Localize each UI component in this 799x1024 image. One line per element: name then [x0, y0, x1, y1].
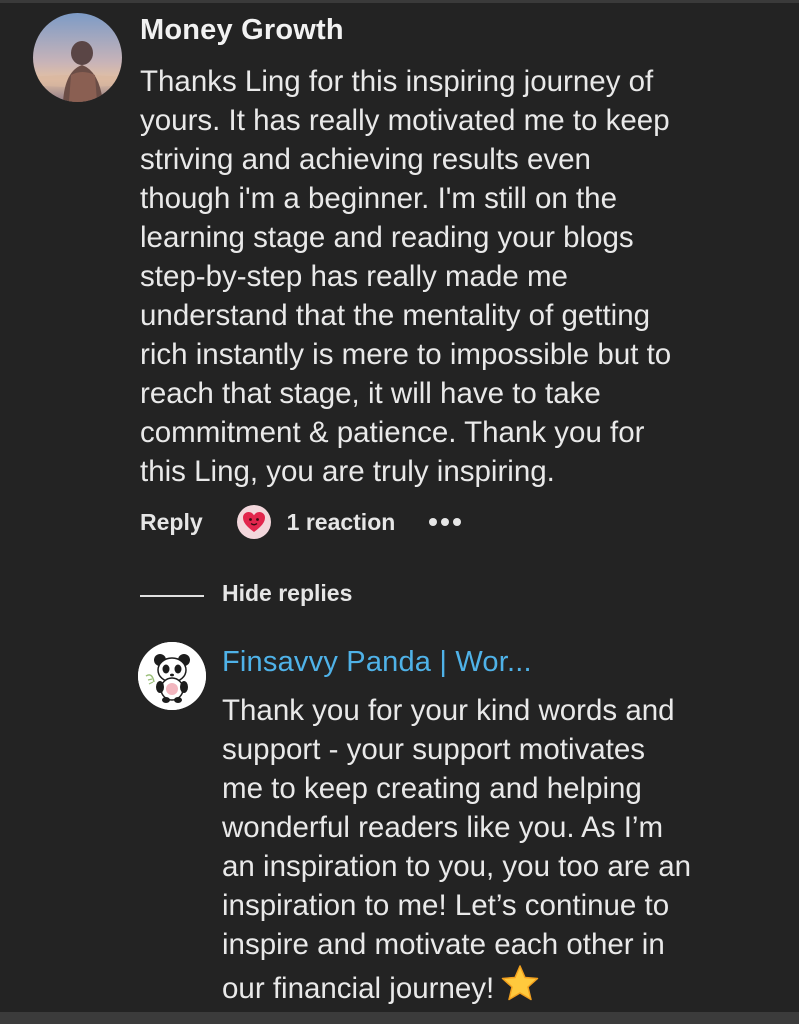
reply-button[interactable]: Reply	[140, 509, 203, 536]
reply-author-name[interactable]: Finsavvy Panda | Wor...	[222, 646, 532, 679]
thread-divider	[140, 595, 204, 597]
reply-avatar[interactable]	[138, 642, 206, 710]
comment-author-name[interactable]: Money Growth	[140, 14, 344, 47]
dot	[441, 518, 450, 526]
reply-text: Thank you for your kind words and suppor…	[222, 694, 692, 1005]
reply-text-container: Thank you for your kind words and suppor…	[222, 691, 782, 1012]
more-options-icon[interactable]	[429, 518, 462, 526]
top-border	[0, 0, 799, 3]
comment-text: Thanks Ling for this inspiring journey o…	[140, 65, 672, 488]
comment-actions: Reply 1 reaction	[140, 504, 462, 540]
bottom-border	[0, 1012, 799, 1024]
dot	[453, 518, 462, 526]
hide-replies-button[interactable]: Hide replies	[222, 580, 352, 607]
star-icon	[500, 964, 540, 1012]
dot	[429, 518, 438, 526]
heart-face-icon[interactable]	[236, 505, 271, 539]
profile-photo-icon	[33, 13, 122, 102]
reaction-count[interactable]: 1 reaction	[287, 509, 396, 536]
panda-logo-icon	[138, 642, 206, 710]
commenter-avatar[interactable]	[33, 13, 122, 102]
